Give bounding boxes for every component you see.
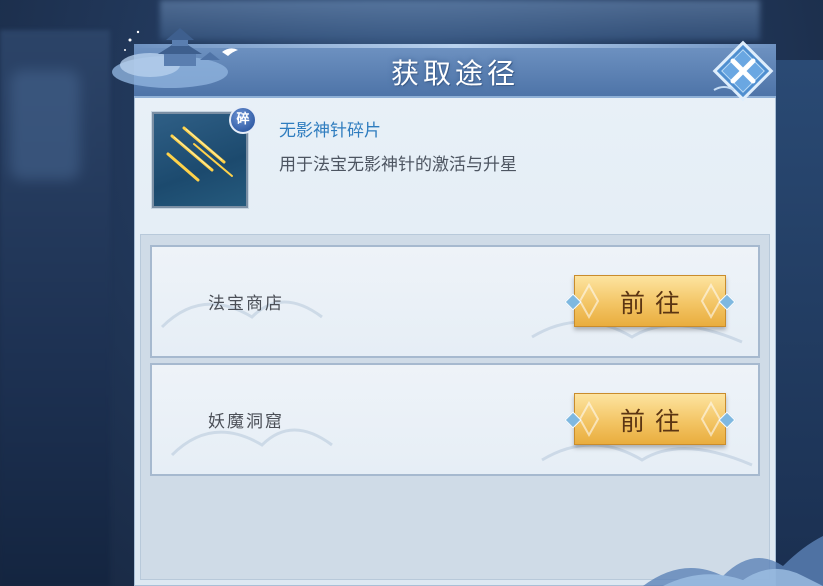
source-row-cave: 妖魔洞窟 前往 [150, 363, 760, 476]
pavilion-cloud-decoration [112, 28, 238, 88]
go-button-label: 前往 [619, 289, 690, 318]
background-top-blur [160, 0, 760, 40]
source-row-shop: 法宝商店 前往 [150, 245, 760, 358]
source-label: 妖魔洞窟 [208, 412, 284, 432]
go-button-shop[interactable]: 前往 [564, 275, 736, 329]
close-button[interactable] [712, 40, 774, 102]
source-label: 法宝商店 [208, 294, 284, 314]
background-left-blur [0, 30, 110, 586]
wave-decoration [643, 536, 823, 586]
fragment-badge: 碎 [229, 106, 257, 134]
go-button-cave[interactable]: 前往 [564, 393, 736, 447]
background-right-blur [768, 60, 823, 586]
go-button-label: 前往 [619, 407, 690, 436]
item-description: 用于法宝无影神针的激活与升星 [279, 155, 517, 175]
item-name: 无影神针碎片 [279, 121, 381, 141]
